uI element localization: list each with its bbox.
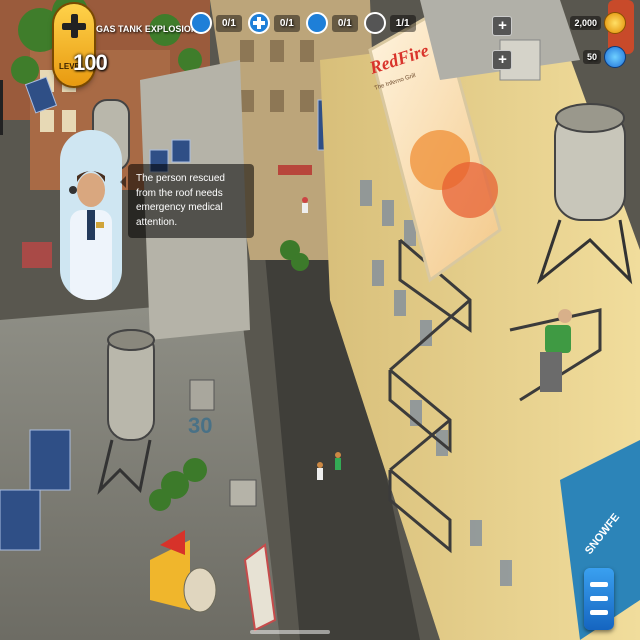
- advisor-message: The person rescued from the roof needs e…: [120, 164, 254, 238]
- menu-line-icon: [590, 596, 608, 601]
- objective-tracker: 0/1 0/1 0/1 1/1: [190, 10, 416, 36]
- add-coins-button[interactable]: +: [492, 16, 513, 36]
- coins-value: 2,000: [570, 16, 601, 30]
- objective-medical[interactable]: 0/1: [247, 10, 300, 36]
- add-gems-button[interactable]: +: [492, 50, 513, 70]
- objective-count: 1/1: [389, 14, 416, 32]
- objective-count: 0/1: [273, 14, 300, 32]
- advisor-avatar: [60, 130, 122, 300]
- coin-icon: [604, 12, 626, 34]
- coins-row: + 2,000: [492, 12, 626, 36]
- tool-icon: [363, 12, 386, 34]
- objective-count: 0/1: [216, 14, 242, 32]
- gems-row: + 50: [492, 46, 626, 70]
- game-scene: RedFire The Inferno Grill SNOWFE: [0, 0, 640, 640]
- rescue-icon: [190, 12, 212, 34]
- road-number: 30: [188, 413, 213, 438]
- mission-title: GAS TANK EXPLOSION!: [96, 24, 201, 34]
- gems-value: 50: [582, 50, 601, 64]
- ambulance-icon: [305, 12, 328, 34]
- home-indicator: [250, 630, 330, 634]
- medical-cross-icon: [247, 12, 270, 34]
- objective-rescue[interactable]: 0/1: [190, 10, 242, 36]
- medical-cross-icon: [62, 14, 86, 38]
- currency-panel: + 2,000 + 50: [492, 12, 626, 80]
- objective-tool[interactable]: 1/1: [363, 10, 416, 36]
- menu-line-icon: [590, 610, 608, 615]
- objective-count: 0/1: [331, 14, 358, 32]
- menu-button[interactable]: [584, 568, 614, 630]
- advisor-portrait: [60, 130, 122, 300]
- objective-ambulance[interactable]: 0/1: [305, 10, 358, 36]
- menu-line-icon: [590, 582, 608, 587]
- edge-handle: [0, 80, 3, 135]
- gem-icon: [604, 46, 626, 68]
- level-number: 100: [73, 50, 108, 75]
